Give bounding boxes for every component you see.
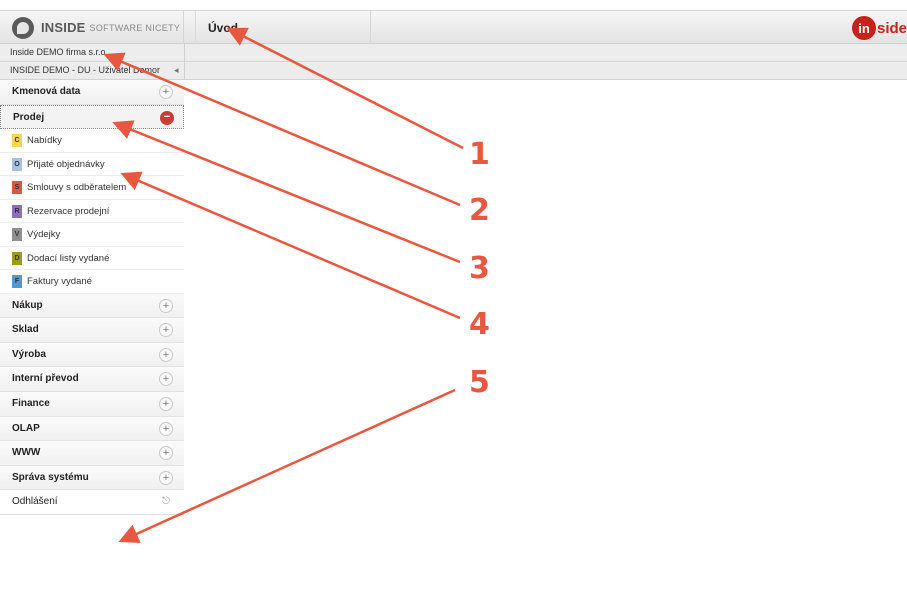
- doc-type-c-icon: C: [12, 134, 22, 148]
- exit-icon: ⎋: [162, 496, 170, 508]
- sidebar-item-label: Správa systému: [12, 471, 89, 483]
- doc-type-o-icon: O: [12, 157, 22, 171]
- app-window: INSIDE SOFTWARE NICETY Úvod in side Insi…: [0, 0, 907, 599]
- expand-plus-icon[interactable]: +: [159, 446, 173, 461]
- sidebar-item-kmenova-data[interactable]: Kmenová data +: [0, 80, 184, 105]
- sidebar-item-label: Sklad: [12, 324, 39, 336]
- submenu-item-label: Smlouvy s odběratelem: [27, 182, 127, 194]
- expand-plus-icon[interactable]: +: [159, 85, 173, 99]
- brand-mark-icon: in: [852, 16, 876, 40]
- submenu-item-smlouvy[interactable]: S Smlouvy s odběratelem: [0, 176, 184, 200]
- submenu-item-label: Faktury vydané: [27, 276, 92, 288]
- expand-plus-icon[interactable]: +: [159, 323, 173, 338]
- sidebar-item-label: OLAP: [12, 422, 40, 434]
- sidebar: Kmenová data + Prodej − C Nabídky O Přij…: [0, 80, 184, 516]
- tab-uvod[interactable]: Úvod: [195, 11, 371, 44]
- annotation-5: 5: [469, 365, 490, 400]
- company-name: Inside DEMO firma s.r.o.: [10, 47, 109, 57]
- sidebar-item-finance[interactable]: Finance +: [0, 392, 184, 417]
- logo-title: INSIDE: [41, 20, 86, 35]
- submenu-item-label: Nabídky: [27, 135, 62, 147]
- sidebar-item-label: Kmenová data: [12, 86, 81, 97]
- logo[interactable]: INSIDE SOFTWARE NICETY: [0, 11, 184, 44]
- sidebar-item-label: Nákup: [12, 299, 43, 311]
- doc-type-d-icon: D: [12, 251, 22, 265]
- collapse-minus-icon[interactable]: −: [160, 110, 174, 125]
- user-selector[interactable]: INSIDE DEMO - DU - Uživatel Demor ◂: [0, 62, 907, 80]
- annotation-4: 4: [469, 307, 490, 342]
- sidebar-item-label: WWW: [12, 447, 41, 459]
- sidebar-item-label: Výroba: [12, 348, 46, 360]
- annotation-2: 2: [469, 193, 490, 228]
- submenu-item-prijate-objednavky[interactable]: O Přijaté objednávky: [0, 152, 184, 177]
- submenu-item-label: Rezervace prodejní: [27, 205, 110, 217]
- company-selector[interactable]: Inside DEMO firma s.r.o.: [0, 44, 907, 62]
- doc-type-s-icon: S: [12, 181, 22, 195]
- sidebar-item-vyroba[interactable]: Výroba +: [0, 342, 184, 368]
- doc-type-f-icon: F: [12, 275, 22, 289]
- expand-plus-icon[interactable]: +: [159, 372, 173, 387]
- sidebar-item-label: Interní převod: [12, 373, 79, 385]
- collapse-left-icon[interactable]: ◂: [174, 65, 179, 76]
- annotation-1: 1: [469, 137, 490, 172]
- annotation-3: 3: [469, 251, 490, 286]
- sidebar-item-label: Finance: [12, 398, 50, 410]
- logout-button[interactable]: Odhlášení ⎋: [0, 490, 184, 516]
- sidebar-item-sprava-systemu[interactable]: Správa systému +: [0, 465, 184, 491]
- sidebar-item-sklad[interactable]: Sklad +: [0, 318, 184, 343]
- submenu-item-label: Dodací listy vydané: [27, 252, 110, 264]
- expand-plus-icon[interactable]: +: [159, 470, 173, 485]
- logo-subtitle: SOFTWARE NICETY: [89, 22, 181, 33]
- divider: [184, 44, 185, 80]
- tab-uvod-label: Úvod: [208, 20, 238, 35]
- submenu-item-rezervace[interactable]: R Rezervace prodejní: [0, 199, 184, 224]
- brand-text: side: [877, 19, 907, 37]
- expand-plus-icon[interactable]: +: [159, 421, 173, 436]
- submenu-item-vydejky[interactable]: V Výdejky: [0, 223, 184, 247]
- top-bar: INSIDE SOFTWARE NICETY Úvod in side: [0, 10, 907, 44]
- submenu-item-faktury[interactable]: F Faktury vydané: [0, 270, 184, 294]
- submenu-item-dodaci-listy[interactable]: D Dodací listy vydané: [0, 246, 184, 271]
- brand-logo: in side: [852, 15, 907, 41]
- expand-plus-icon[interactable]: +: [159, 397, 173, 412]
- submenu-item-label: Výdejky: [27, 229, 61, 241]
- expand-plus-icon[interactable]: +: [159, 347, 173, 362]
- sidebar-item-interni-prevod[interactable]: Interní převod +: [0, 367, 184, 393]
- logo-icon: [12, 16, 34, 39]
- doc-type-r-icon: R: [12, 204, 22, 218]
- submenu-item-nabidky[interactable]: C Nabídky: [0, 129, 184, 153]
- user-name: INSIDE DEMO - DU - Uživatel Demor: [10, 65, 161, 75]
- submenu-item-label: Přijaté objednávky: [27, 158, 105, 170]
- sidebar-item-www[interactable]: WWW +: [0, 441, 184, 466]
- logout-label: Odhlášení: [12, 496, 58, 508]
- sidebar-item-olap[interactable]: OLAP +: [0, 416, 184, 442]
- expand-plus-icon[interactable]: +: [159, 298, 173, 313]
- sidebar-item-prodej[interactable]: Prodej −: [0, 104, 184, 130]
- doc-type-v-icon: V: [12, 228, 22, 242]
- sidebar-item-label: Prodej: [13, 111, 45, 123]
- sidebar-item-nakup[interactable]: Nákup +: [0, 293, 184, 319]
